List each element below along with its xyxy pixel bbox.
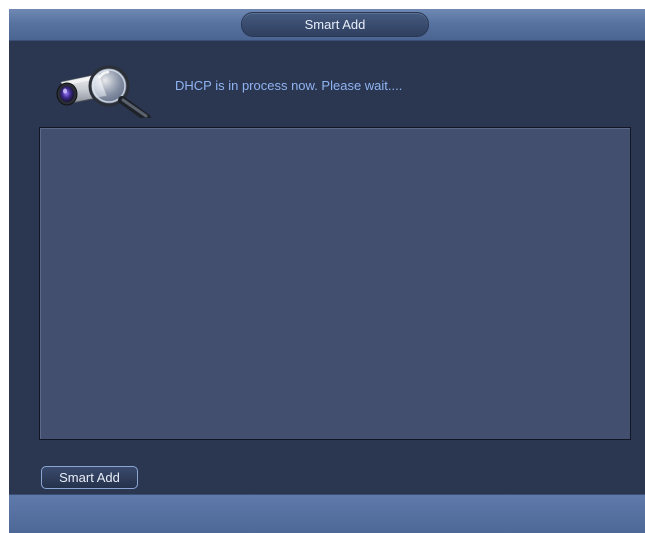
bottom-bar xyxy=(9,494,645,533)
smart-add-dialog: Smart Add DHCP is in process now. Please… xyxy=(9,9,645,533)
camera-search-icon xyxy=(47,58,157,122)
title-bar: Smart Add xyxy=(9,9,645,41)
status-message: DHCP is in process now. Please wait.... xyxy=(175,78,403,93)
dialog-title: Smart Add xyxy=(241,12,429,37)
smart-add-button[interactable]: Smart Add xyxy=(41,466,138,489)
device-result-list[interactable] xyxy=(39,127,631,440)
